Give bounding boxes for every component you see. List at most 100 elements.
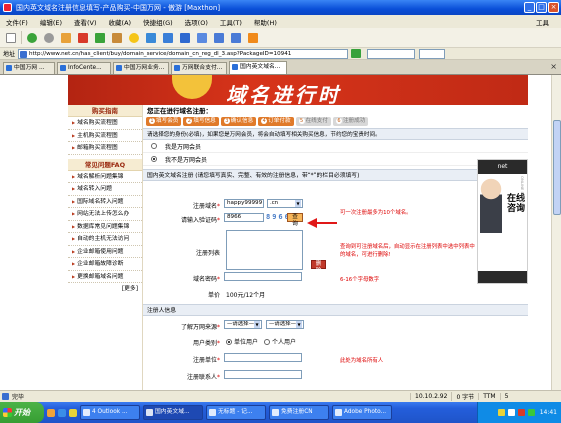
task-photoshop[interactable]: Adobe Photo... <box>332 405 392 420</box>
window-cascade-icon[interactable] <box>229 31 243 45</box>
progress-steps: 1 填写会员 2 填写信息 3 确认信息 4 订单付款 5 在线支付 6 注册成功 <box>143 117 528 128</box>
menu-tools[interactable]: 工具(T) <box>214 17 248 27</box>
task-notepad[interactable]: 无标题 - 记... <box>206 405 266 420</box>
faq-item[interactable]: 数据库常见问题集锦 <box>68 221 142 233</box>
online-support-panel[interactable]: net 在线咨询 ONLINE SERVICE <box>477 159 528 284</box>
tray-icon[interactable] <box>517 409 525 416</box>
menu-bar: 文件(F) 编辑(E) 查看(V) 收藏(A) 快捷组(G) 选项(O) 工具(… <box>0 15 561 28</box>
radio-personal-label: 个人用户 <box>272 339 297 346</box>
back-icon[interactable] <box>25 31 39 45</box>
window-tile-icon[interactable] <box>212 31 226 45</box>
home-icon[interactable] <box>59 31 73 45</box>
tab-1[interactable]: 中国万网 ... <box>3 62 55 74</box>
start-button[interactable]: 开始 <box>0 402 44 423</box>
menu-file[interactable]: 文件(F) <box>0 17 34 27</box>
menu-favorites[interactable]: 收藏(A) <box>103 17 138 27</box>
quicklaunch-folder-icon[interactable] <box>69 408 77 417</box>
delete-button[interactable]: 删除 <box>311 260 326 274</box>
minimize-button[interactable]: _ <box>524 2 535 13</box>
domain-password-input[interactable] <box>224 272 302 281</box>
tray-icon[interactable] <box>507 409 515 416</box>
support-brand: net <box>478 160 527 174</box>
tab-4[interactable]: 万网联合支付... <box>171 62 227 74</box>
contact-input[interactable] <box>224 370 302 379</box>
radio-personal-user[interactable] <box>264 338 271 345</box>
faq-item[interactable]: 国际域名转入问题 <box>68 196 142 208</box>
go-icon[interactable] <box>351 49 362 58</box>
faq-item[interactable]: 企业邮箱使用问题 <box>68 246 142 258</box>
windows-taskbar: 开始 4 Outlook ... 国内英文域... 无标题 - 记... 免费注… <box>0 402 561 423</box>
sidebar-item-host-flow[interactable]: 主机购买流程图 <box>68 130 142 142</box>
screen-capture-icon[interactable] <box>161 31 175 45</box>
status-ttm[interactable]: TTM <box>478 393 499 400</box>
tab-3[interactable]: 中国万网业务... <box>113 62 169 74</box>
domain-suffix-select[interactable]: .cn <box>267 199 303 208</box>
price-label: 单价 <box>207 292 220 299</box>
url-input[interactable]: http://www.net.cn/has_client/buy/domain_… <box>18 48 349 59</box>
list-hint: 查询到可注册域名后，自动显示在注册列表中选中列表中的域名，可进行删除! <box>340 244 475 258</box>
status-bar: 完毕 10.10.2.92 0 字节 TTM 5 <box>0 390 561 402</box>
radio-member-row[interactable]: 我是万网会员 <box>143 140 528 153</box>
tray-icon[interactable] <box>527 409 535 416</box>
rss-icon[interactable] <box>246 31 260 45</box>
stop-icon[interactable] <box>76 31 90 45</box>
captcha-input[interactable]: 8966 <box>224 213 264 222</box>
radio-member[interactable] <box>151 143 157 149</box>
menu-options[interactable]: 选项(O) <box>179 17 214 27</box>
tab-favicon-icon <box>174 65 180 71</box>
query-button[interactable]: 查询 <box>287 213 303 227</box>
home-page-icon[interactable] <box>110 31 124 45</box>
faq-item[interactable]: 域名转入问题 <box>68 183 142 196</box>
quicklaunch-desktop-icon[interactable] <box>47 408 55 417</box>
org-hint: 此处为域名所有人 <box>340 358 384 364</box>
source-select-2[interactable]: —请选择— <box>266 320 304 329</box>
step-label: 填写信息 <box>193 118 216 124</box>
new-tab-icon[interactable] <box>4 31 18 45</box>
split-view-icon[interactable] <box>195 31 209 45</box>
tab-label: 中国万网业务... <box>124 65 165 71</box>
menu-view[interactable]: 查看(V) <box>68 17 103 27</box>
menu-edit[interactable]: 编辑(E) <box>34 17 68 27</box>
vertical-scrollbar[interactable] <box>551 75 561 390</box>
faq-item[interactable]: 自动的主机无法访问 <box>68 233 142 246</box>
radio-org-user[interactable] <box>226 338 232 345</box>
quicklaunch-ie-icon[interactable] <box>58 408 66 417</box>
faq-item[interactable]: 企业邮箱故障诊断 <box>68 258 142 271</box>
radio-nonmember-row[interactable]: 我不是万网会员 <box>143 153 528 166</box>
scrollbar-thumb[interactable] <box>553 120 561 215</box>
address-label: 地址 <box>3 51 16 58</box>
window-titlebar: 国内英文域名注册信息填写-产品购买-中国万网 - 傲游 [Maxthon] _ … <box>0 0 561 15</box>
sidebar-item-domain-flow[interactable]: 域名购买流程图 <box>68 117 142 130</box>
search-input[interactable] <box>367 48 416 59</box>
favorites-star-icon[interactable] <box>127 31 141 45</box>
domain-input[interactable]: happy99999 <box>224 199 264 208</box>
tray-icon[interactable] <box>497 409 505 416</box>
task-register-cn[interactable]: 免费注册CN <box>269 405 329 420</box>
faq-item[interactable]: 域名解析问题集锦 <box>68 171 142 183</box>
source-select-1[interactable]: —请选择— <box>224 320 262 329</box>
tab-label: 万网联合支付... <box>182 65 223 71</box>
maximize-button[interactable]: □ <box>536 2 547 13</box>
tab-5-active[interactable]: 国内英文域名... <box>229 61 287 74</box>
undo-icon[interactable] <box>178 31 192 45</box>
tab-2[interactable]: InfoCente... <box>57 62 111 74</box>
sidebar-item-mail-flow[interactable]: 邮箱购买流程图 <box>68 142 142 155</box>
forward-icon[interactable] <box>42 31 56 45</box>
radio-nonmember[interactable] <box>151 156 157 162</box>
task-outlook[interactable]: 4 Outlook ... <box>80 405 140 420</box>
menu-groups[interactable]: 快捷组(G) <box>137 17 179 27</box>
faq-item[interactable]: 网站无法上传怎么办 <box>68 208 142 221</box>
search-engine-select[interactable] <box>419 48 446 59</box>
registration-list[interactable] <box>226 230 303 270</box>
refresh-icon[interactable] <box>93 31 107 45</box>
close-button[interactable]: × <box>548 2 559 13</box>
task-maxthon[interactable]: 国内英文域... <box>143 405 203 420</box>
toolbar-tools-label[interactable]: 工具 <box>536 17 549 27</box>
menu-help[interactable]: 帮助(H) <box>248 17 283 27</box>
step-label: 确认信息 <box>230 118 254 124</box>
faq-item[interactable]: 更换邮箱域名问题 <box>68 271 142 283</box>
add-favorite-icon[interactable] <box>144 31 158 45</box>
org-input[interactable] <box>224 353 302 362</box>
sidebar-more-link[interactable]: [更多] <box>68 283 142 295</box>
close-tab-icon[interactable]: × <box>550 62 557 71</box>
